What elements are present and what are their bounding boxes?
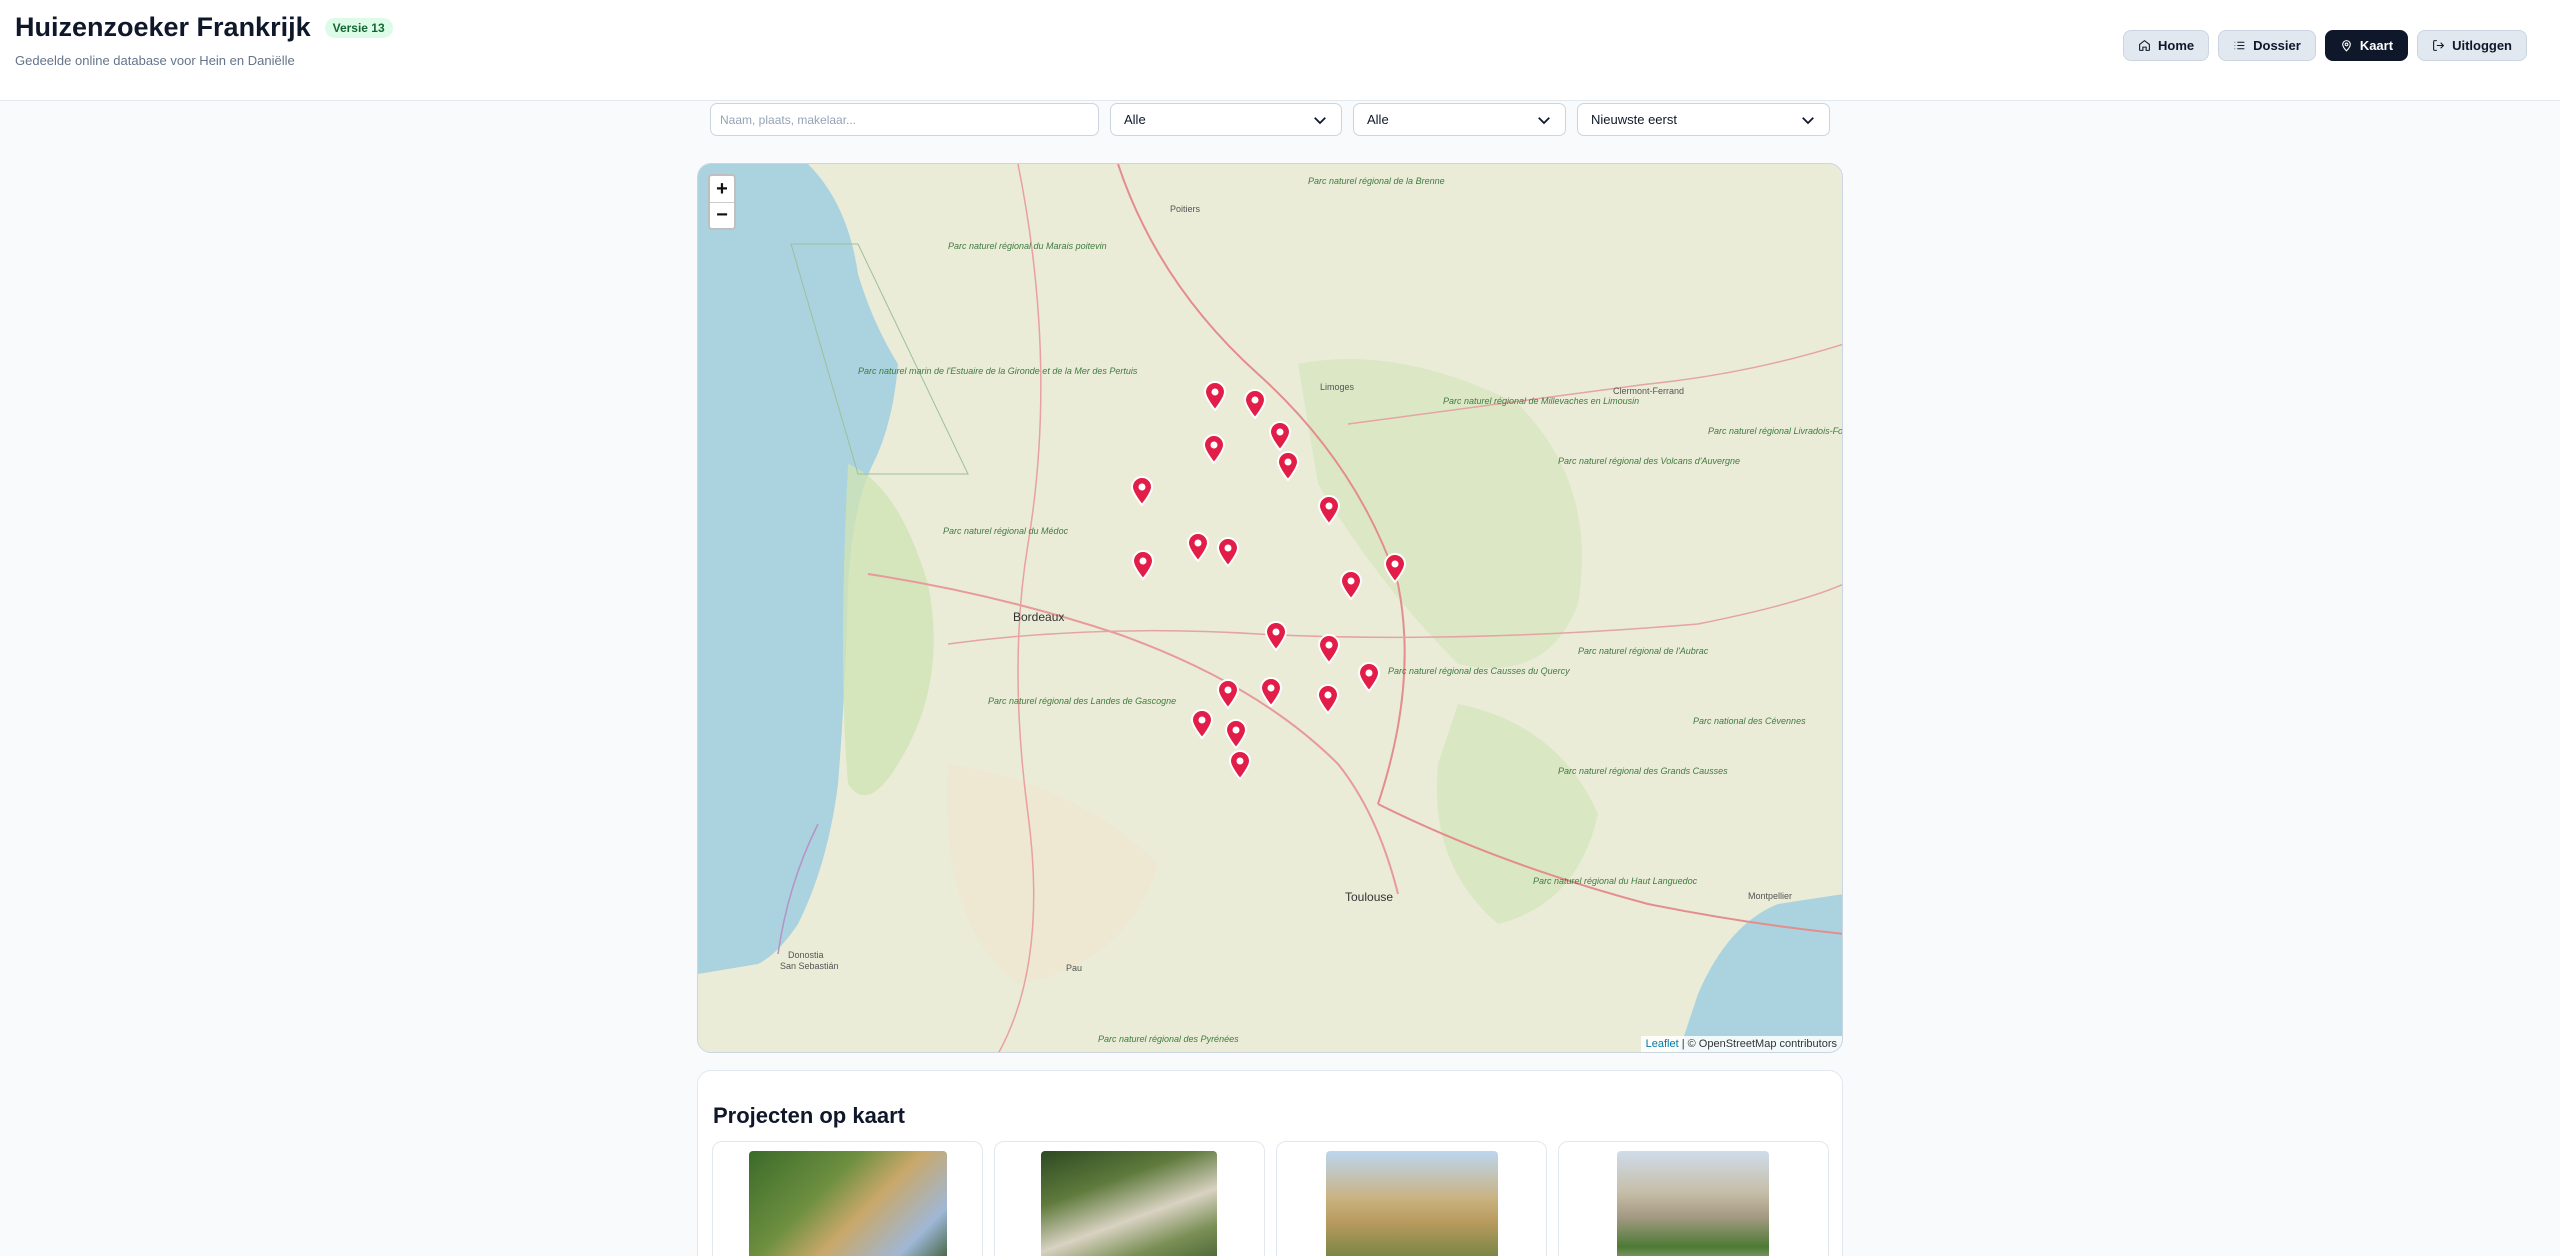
- map-label-montpellier: Montpellier: [1748, 891, 1792, 901]
- map-label-sansebastian: San Sebastián: [780, 961, 839, 971]
- map-pin-marker[interactable]: [1339, 570, 1363, 601]
- map-label-poitiers: Poitiers: [1170, 204, 1201, 214]
- map-label-donostia: Donostia: [788, 950, 824, 960]
- projects-title: Projecten op kaart: [713, 1103, 905, 1128]
- home-button[interactable]: Home: [2122, 30, 2210, 61]
- map-pin-marker[interactable]: [1383, 553, 1407, 584]
- logout-icon: [2433, 40, 2445, 51]
- list-icon: [2234, 41, 2245, 50]
- kaart-button[interactable]: Kaart: [2324, 30, 2409, 61]
- dossier-button[interactable]: Dossier: [2218, 30, 2316, 61]
- map-label-limoges: Limoges: [1320, 382, 1355, 392]
- basemap: Bordeaux Toulouse Limoges Poitiers Clerm…: [698, 164, 1843, 1052]
- map-pin-marker[interactable]: [1216, 679, 1240, 710]
- map-pin-marker[interactable]: [1357, 662, 1381, 693]
- map-label-clermont: Clermont-Ferrand: [1613, 386, 1684, 396]
- project-image: [749, 1151, 947, 1256]
- filter-select-2[interactable]: Alle: [1353, 103, 1566, 136]
- map-label-park-7: Parc naturel régional des Grands Causses: [1558, 766, 1728, 776]
- filter-select-1[interactable]: Alle: [1110, 103, 1342, 136]
- chevron-down-icon: [1538, 116, 1550, 124]
- project-card[interactable]: [1558, 1141, 1829, 1256]
- map-label-park-2: Parc naturel régional du Médoc: [943, 526, 1069, 536]
- search-input[interactable]: [710, 103, 1099, 136]
- map-pin-marker[interactable]: [1131, 550, 1155, 581]
- project-card[interactable]: [994, 1141, 1265, 1256]
- main-nav: Home Dossier Kaart Uitloggen: [2122, 30, 2527, 61]
- map-label-toulouse: Toulouse: [1345, 890, 1393, 904]
- home-icon: [2139, 39, 2150, 51]
- map-attribution: Leaflet | © OpenStreetMap contributors: [1640, 1036, 1842, 1052]
- map-pin-marker[interactable]: [1186, 532, 1210, 563]
- filter-select-2-value: Alle: [1367, 112, 1389, 127]
- project-card[interactable]: [712, 1141, 983, 1256]
- map-label-park-1: Parc naturel marin de l'Estuaire de la G…: [858, 366, 1138, 376]
- map-label-park-3: Parc naturel régional des Landes de Gasc…: [988, 696, 1176, 706]
- map-label-park-13: Parc national des Cévennes: [1693, 716, 1806, 726]
- map-pin-marker[interactable]: [1268, 421, 1292, 452]
- map-pin-marker[interactable]: [1130, 476, 1154, 507]
- logout-button[interactable]: Uitloggen: [2417, 30, 2527, 61]
- map-label-park-4: Parc naturel régional de Millevaches en …: [1443, 396, 1639, 406]
- map-pin-marker[interactable]: [1228, 750, 1252, 781]
- sort-select[interactable]: Nieuwste eerst: [1577, 103, 1830, 136]
- map-pin-marker[interactable]: [1317, 634, 1341, 665]
- map-label-bordeaux: Bordeaux: [1013, 610, 1064, 624]
- version-badge: Versie 13: [324, 17, 393, 38]
- map-pin-marker[interactable]: [1264, 621, 1288, 652]
- map-pin-marker[interactable]: [1243, 389, 1267, 420]
- map-pin-marker[interactable]: [1316, 684, 1340, 715]
- dossier-label: Dossier: [2253, 38, 2301, 53]
- projects-section: Projecten op kaart: [697, 1070, 1843, 1256]
- app-title: Huizenzoeker Frankrijk: [15, 12, 311, 42]
- map-label-pau: Pau: [1066, 963, 1082, 973]
- project-image: [1041, 1151, 1217, 1256]
- map-pin-marker[interactable]: [1202, 434, 1226, 465]
- map-view[interactable]: Bordeaux Toulouse Limoges Poitiers Clerm…: [697, 163, 1843, 1053]
- sort-select-value: Nieuwste eerst: [1591, 112, 1677, 127]
- project-card[interactable]: [1276, 1141, 1547, 1256]
- map-pin-marker[interactable]: [1259, 677, 1283, 708]
- app-header: Huizenzoeker Frankrijk Versie 13 Gedeeld…: [0, 0, 2560, 101]
- map-pin-marker[interactable]: [1216, 537, 1240, 568]
- map-label-park-12: Parc naturel régional de la Brenne: [1308, 176, 1445, 186]
- brand: Huizenzoeker Frankrijk Versie 13 Gedeeld…: [15, 12, 393, 68]
- map-label-park-14: Parc naturel régional des Pyrénées: [1098, 1034, 1239, 1044]
- chevron-down-icon: [1314, 116, 1326, 124]
- map-pin-marker[interactable]: [1203, 381, 1227, 412]
- zoom-control: + −: [708, 174, 736, 230]
- filter-select-1-value: Alle: [1124, 112, 1146, 127]
- zoom-in-button[interactable]: +: [710, 176, 734, 202]
- home-label: Home: [2157, 38, 2195, 53]
- map-label-park-8: Parc naturel régional du Haut Languedoc: [1533, 876, 1698, 886]
- map-pin-marker[interactable]: [1317, 495, 1341, 526]
- logout-label: Uitloggen: [2452, 38, 2512, 53]
- kaart-label: Kaart: [2359, 38, 2394, 53]
- map-pin-icon: [2341, 40, 2351, 52]
- project-image: [1326, 1151, 1498, 1256]
- app-subtitle: Gedeelde online database voor Hein en Da…: [15, 53, 295, 68]
- filter-bar: Alle Alle Nieuwste eerst: [710, 103, 1830, 136]
- chevron-down-icon: [1802, 116, 1814, 124]
- osm-attribution: | © OpenStreetMap contributors: [1678, 1038, 1837, 1050]
- map-pin-marker[interactable]: [1276, 451, 1300, 482]
- map-label-park-6: Parc naturel régional des Causses du Que…: [1388, 666, 1570, 676]
- map-pin-marker[interactable]: [1224, 719, 1248, 750]
- map-label-park-5: Parc naturel régional des Volcans d'Auve…: [1558, 456, 1740, 466]
- project-image: [1617, 1151, 1769, 1256]
- map-label-park-10: Parc naturel régional de l'Aubrac: [1578, 646, 1709, 656]
- map-label-park-9: Parc naturel régional Livradois-Forez: [1708, 426, 1843, 436]
- map-label-park-11: Parc naturel régional du Marais poitevin: [948, 241, 1107, 251]
- leaflet-link[interactable]: Leaflet: [1646, 1038, 1679, 1050]
- zoom-out-button[interactable]: −: [710, 202, 734, 228]
- map-pin-marker[interactable]: [1190, 709, 1214, 740]
